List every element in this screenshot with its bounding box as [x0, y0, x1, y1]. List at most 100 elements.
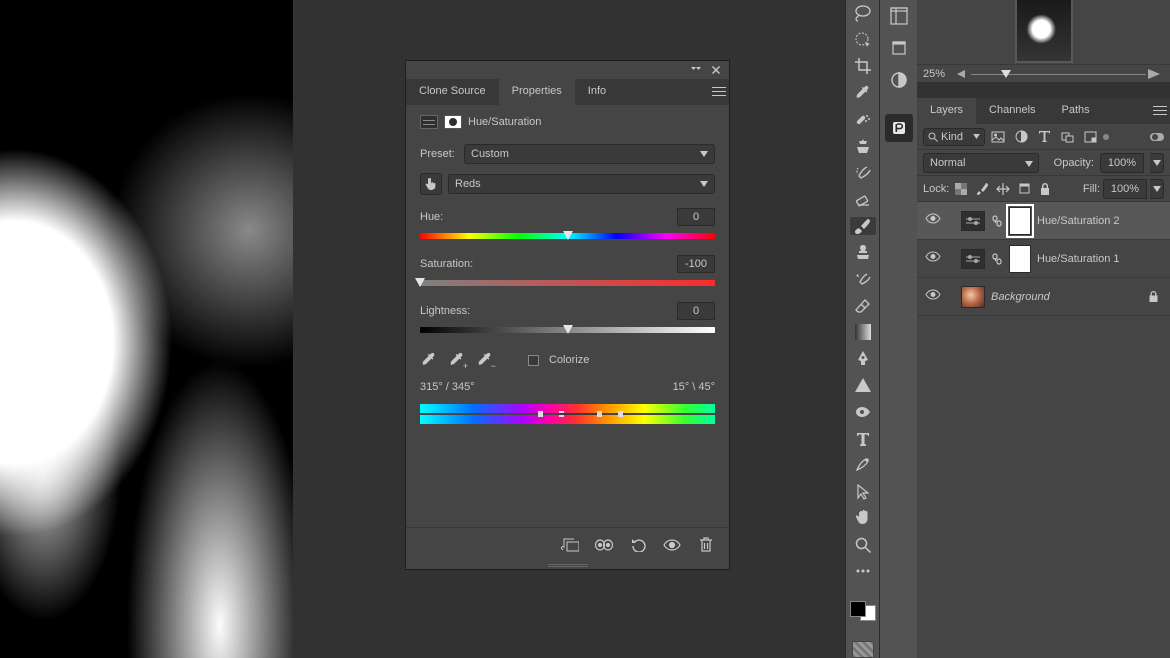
fill-chevron-icon[interactable] — [1150, 179, 1164, 199]
panel-menu-icon[interactable] — [709, 79, 729, 105]
color-range-spectrum[interactable] — [420, 402, 715, 426]
layer-name[interactable]: Hue/Saturation 2 — [1037, 215, 1120, 227]
lock-transparency-icon[interactable] — [952, 180, 970, 198]
saturation-slider[interactable] — [420, 277, 715, 289]
lock-position-icon[interactable] — [994, 180, 1012, 198]
tab-properties[interactable]: Properties — [499, 79, 575, 105]
eraser2-tool-icon[interactable] — [850, 296, 876, 315]
adjustment-type-icon[interactable] — [420, 115, 438, 129]
layer-name[interactable]: Background — [991, 291, 1050, 303]
tab-clone-source[interactable]: Clone Source — [406, 79, 499, 105]
opacity-chevron-icon[interactable] — [1150, 153, 1164, 173]
reset-icon[interactable] — [629, 536, 647, 554]
toggle-visibility-icon[interactable] — [663, 536, 681, 554]
type-tool-icon[interactable] — [850, 429, 876, 448]
zoom-slider[interactable] — [953, 68, 1164, 80]
tab-info[interactable]: Info — [575, 79, 619, 105]
filter-adjustment-icon[interactable] — [1011, 128, 1031, 146]
lightness-slider[interactable] — [420, 324, 715, 336]
adjustment-thumbnail-icon[interactable] — [961, 249, 985, 269]
quick-select-tool-icon[interactable] — [850, 31, 876, 50]
filter-type-icon[interactable] — [1034, 128, 1054, 146]
adjustment-thumbnail-icon[interactable] — [961, 211, 985, 231]
fill-value[interactable]: 100% — [1103, 179, 1147, 199]
brush-tool-icon[interactable] — [850, 217, 876, 236]
hand-tool-icon[interactable] — [850, 509, 876, 528]
preset-dropdown[interactable]: Custom — [464, 144, 715, 164]
filter-toggle[interactable] — [1150, 133, 1164, 141]
lightness-value[interactable]: 0 — [677, 302, 715, 320]
targeted-adjustment-tool-icon[interactable] — [420, 173, 442, 195]
artboard-tool-icon[interactable] — [886, 36, 912, 60]
mask-thumbnail[interactable] — [1009, 245, 1031, 273]
crop-tool-icon[interactable] — [850, 57, 876, 76]
channel-dropdown[interactable]: Reds — [448, 174, 715, 194]
document-canvas[interactable] — [0, 0, 293, 658]
layer-filter-type[interactable]: Kind — [923, 128, 985, 146]
path-select-tool-icon[interactable] — [850, 482, 876, 501]
delete-icon[interactable] — [697, 536, 715, 554]
filter-shape-icon[interactable] — [1057, 128, 1077, 146]
navigator-thumbnail[interactable] — [1015, 0, 1073, 63]
tab-layers[interactable]: Layers — [917, 98, 976, 124]
channel-value: Reds — [455, 178, 481, 190]
lasso-tool-icon[interactable] — [850, 4, 876, 23]
eyedropper-icon[interactable] — [420, 351, 438, 369]
pen-freeform-tool-icon[interactable] — [850, 456, 876, 475]
panel-resize-handle[interactable] — [406, 561, 729, 569]
visibility-toggle-icon[interactable] — [925, 289, 941, 305]
eyedropper-tool-icon[interactable] — [850, 84, 876, 103]
mask-thumbnail[interactable] — [1009, 207, 1031, 235]
layers-menu-icon[interactable] — [1150, 98, 1170, 124]
colorize-checkbox[interactable] — [528, 355, 539, 366]
clip-to-layer-icon[interactable] — [561, 536, 579, 554]
filter-pixel-icon[interactable] — [988, 128, 1008, 146]
collapse-icon[interactable] — [691, 65, 701, 75]
eyedropper-subtract-icon[interactable]: − — [476, 351, 494, 369]
layer-mask-icon[interactable] — [444, 115, 462, 129]
properties-panel: Clone Source Properties Info Hue/Saturat… — [405, 60, 730, 570]
layer-thumbnail[interactable] — [961, 286, 985, 308]
healing-brush-tool-icon[interactable] — [850, 110, 876, 129]
hue-slider[interactable] — [420, 230, 715, 242]
link-icon[interactable] — [991, 253, 1003, 265]
opacity-value[interactable]: 100% — [1100, 153, 1144, 173]
lock-artboard-icon[interactable] — [1015, 180, 1033, 198]
clone-stamp-tool-icon[interactable] — [850, 137, 876, 156]
zoom-tool-icon[interactable] — [850, 536, 876, 555]
close-icon[interactable] — [711, 65, 721, 75]
history-tool-icon[interactable] — [850, 270, 876, 289]
zoom-value[interactable]: 25% — [923, 68, 945, 80]
eraser-tool-icon[interactable] — [850, 190, 876, 209]
filter-smart-icon[interactable] — [1080, 128, 1100, 146]
view-previous-icon[interactable] — [595, 536, 613, 554]
triangle-tool-icon[interactable] — [850, 376, 876, 395]
visibility-toggle-icon[interactable] — [925, 213, 941, 229]
stamp-pattern-tool-icon[interactable] — [850, 243, 876, 262]
tab-channels[interactable]: Channels — [976, 98, 1048, 124]
hue-value[interactable]: 0 — [677, 208, 715, 226]
layers-panel: Layers Channels Paths Kind Normal Opacit… — [917, 98, 1170, 658]
pixel-layer-icon[interactable] — [885, 114, 913, 142]
history-brush-tool-icon[interactable] — [850, 163, 876, 182]
link-icon[interactable] — [991, 215, 1003, 227]
smudge-tool-icon[interactable] — [850, 403, 876, 422]
quick-mask-icon[interactable] — [852, 641, 874, 658]
blend-mode-dropdown[interactable]: Normal — [923, 153, 1039, 173]
layer-row[interactable]: Background — [917, 278, 1170, 316]
lock-pixels-icon[interactable] — [973, 180, 991, 198]
adjustment-layer-icon[interactable] — [886, 68, 912, 92]
eyedropper-add-icon[interactable]: + — [448, 351, 466, 369]
more-tools-icon[interactable] — [850, 562, 876, 581]
tab-paths[interactable]: Paths — [1049, 98, 1103, 124]
gradient-tool-icon[interactable] — [850, 323, 876, 342]
saturation-value[interactable]: -100 — [677, 255, 715, 273]
pen-tool-icon[interactable] — [850, 350, 876, 369]
layer-row[interactable]: Hue/Saturation 1 — [917, 240, 1170, 278]
visibility-toggle-icon[interactable] — [925, 251, 941, 267]
color-swatches[interactable] — [850, 601, 876, 621]
lock-all-icon[interactable] — [1036, 180, 1054, 198]
layer-name[interactable]: Hue/Saturation 1 — [1037, 253, 1120, 265]
layer-row[interactable]: Hue/Saturation 2 — [917, 202, 1170, 240]
frame-tool-icon[interactable] — [886, 4, 912, 28]
